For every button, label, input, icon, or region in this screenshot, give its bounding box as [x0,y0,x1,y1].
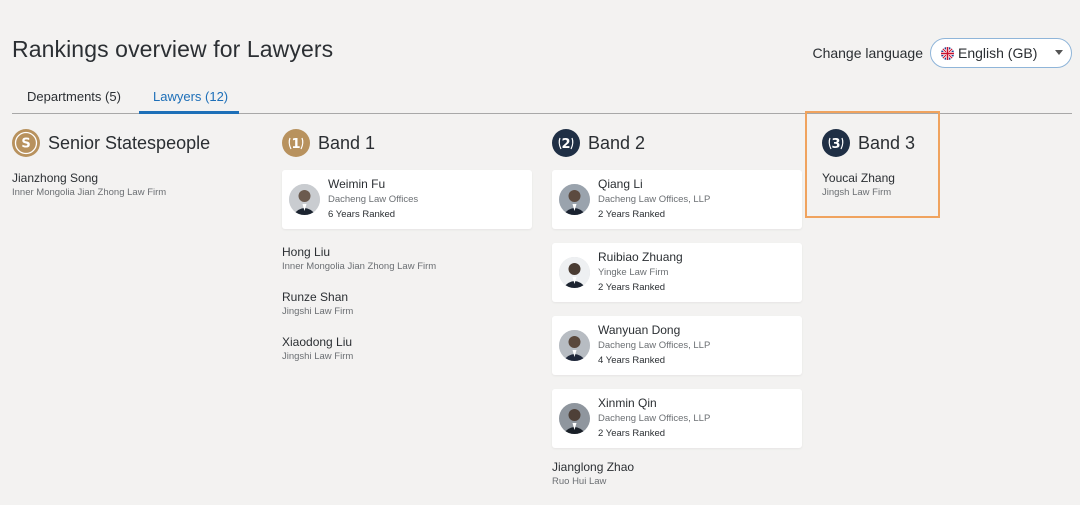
lawyer-name: Xiaodong Liu [282,335,353,349]
firm-name: Ruo Hui Law [552,476,607,487]
list-item[interactable]: Xiaodong Liu Jingshi Law Firm [282,334,532,364]
band-header: 1 Band 1 [282,128,532,158]
band-header: S Senior Statespeople [12,128,210,158]
column-band-2: 2 Band 2 Qiang Li Dacheng Law Offices, L… [552,128,802,489]
svg-text:1: 1 [291,137,300,152]
senior-badge-icon: S [12,129,40,157]
lawyer-name: Hong Liu [282,245,331,259]
avatar [559,257,590,288]
band-title: Band 1 [318,132,376,153]
band-1-badge-icon: 1 [282,129,310,157]
tab-bar: Departments (5) Lawyers (12) [12,80,1072,114]
change-language-label: Change language [812,45,923,61]
list-item[interactable]: Hong Liu Inner Mongolia Jian Zhong Law F… [282,244,532,274]
firm-name: Dacheng Law Offices, LLP [598,194,711,205]
tab-departments[interactable]: Departments (5) [25,89,123,104]
firm-name: Jingshi Law Firm [282,351,354,362]
band-2-badge-icon: 2 [552,129,580,157]
column-band-1: 1 Band 1 Weimin Fu Dacheng Law Offices 6… [282,128,532,364]
firm-name: Inner Mongolia Jian Zhong Law Firm [12,187,167,198]
svg-text:2: 2 [561,137,570,152]
page-title: Rankings overview for Lawyers [12,36,334,62]
avatar [289,184,320,215]
list-item[interactable]: Jianzhong Song Inner Mongolia Jian Zhong… [12,170,210,200]
band-header: 2 Band 2 [552,128,802,158]
lawyer-name: Qiang Li [598,177,643,191]
lawyer-name: Xinmin Qin [598,396,657,410]
list-item[interactable]: Runze Shan Jingshi Law Firm [282,289,532,319]
avatar [559,184,590,215]
lawyer-card[interactable]: Qiang Li Dacheng Law Offices, LLP 2 Year… [552,170,802,229]
years-ranked: 2 Years Ranked [598,282,666,293]
firm-name: Inner Mongolia Jian Zhong Law Firm [282,261,437,272]
lawyer-card[interactable]: Weimin Fu Dacheng Law Offices 6 Years Ra… [282,170,532,229]
language-switcher: Change language English (GB) [812,38,1072,68]
language-select[interactable]: English (GB) [930,38,1072,68]
avatar [559,403,590,434]
lawyer-name: Wanyuan Dong [598,323,681,337]
lawyer-name: Jianzhong Song [12,171,99,185]
lawyer-card[interactable]: Xinmin Qin Dacheng Law Offices, LLP 2 Ye… [552,389,802,448]
firm-name: Jingshi Law Firm [282,306,354,317]
years-ranked: 4 Years Ranked [598,355,666,366]
highlight-box [805,111,940,218]
lawyer-name: Weimin Fu [328,177,386,191]
years-ranked: 6 Years Ranked [328,209,396,220]
lawyer-name: Jianglong Zhao [552,460,635,474]
column-senior-statespeople: S Senior Statespeople Jianzhong Song Inn… [12,128,210,200]
firm-name: Dacheng Law Offices, LLP [598,413,711,424]
years-ranked: 2 Years Ranked [598,209,666,220]
chevron-down-icon [1055,50,1063,55]
language-value: English (GB) [958,45,1038,61]
list-item[interactable]: Jianglong Zhao Ruo Hui Law [552,459,802,489]
years-ranked: 2 Years Ranked [598,428,666,439]
lawyer-card[interactable]: Wanyuan Dong Dacheng Law Offices, LLP 4 … [552,316,802,375]
tab-lawyers[interactable]: Lawyers (12) [151,89,230,104]
svg-text:S: S [21,137,30,152]
lawyer-name: Runze Shan [282,290,349,304]
avatar [559,330,590,361]
firm-name: Dacheng Law Offices, LLP [598,340,711,351]
uk-flag-icon [941,46,954,60]
active-tab-indicator [139,111,239,114]
lawyer-card[interactable]: Ruibiao Zhuang Yingke Law Firm 2 Years R… [552,243,802,302]
lawyer-name: Ruibiao Zhuang [598,250,683,264]
firm-name: Yingke Law Firm [598,267,669,278]
firm-name: Dacheng Law Offices [328,194,419,205]
band-title: Senior Statespeople [48,132,211,153]
band-title: Band 2 [588,132,646,153]
